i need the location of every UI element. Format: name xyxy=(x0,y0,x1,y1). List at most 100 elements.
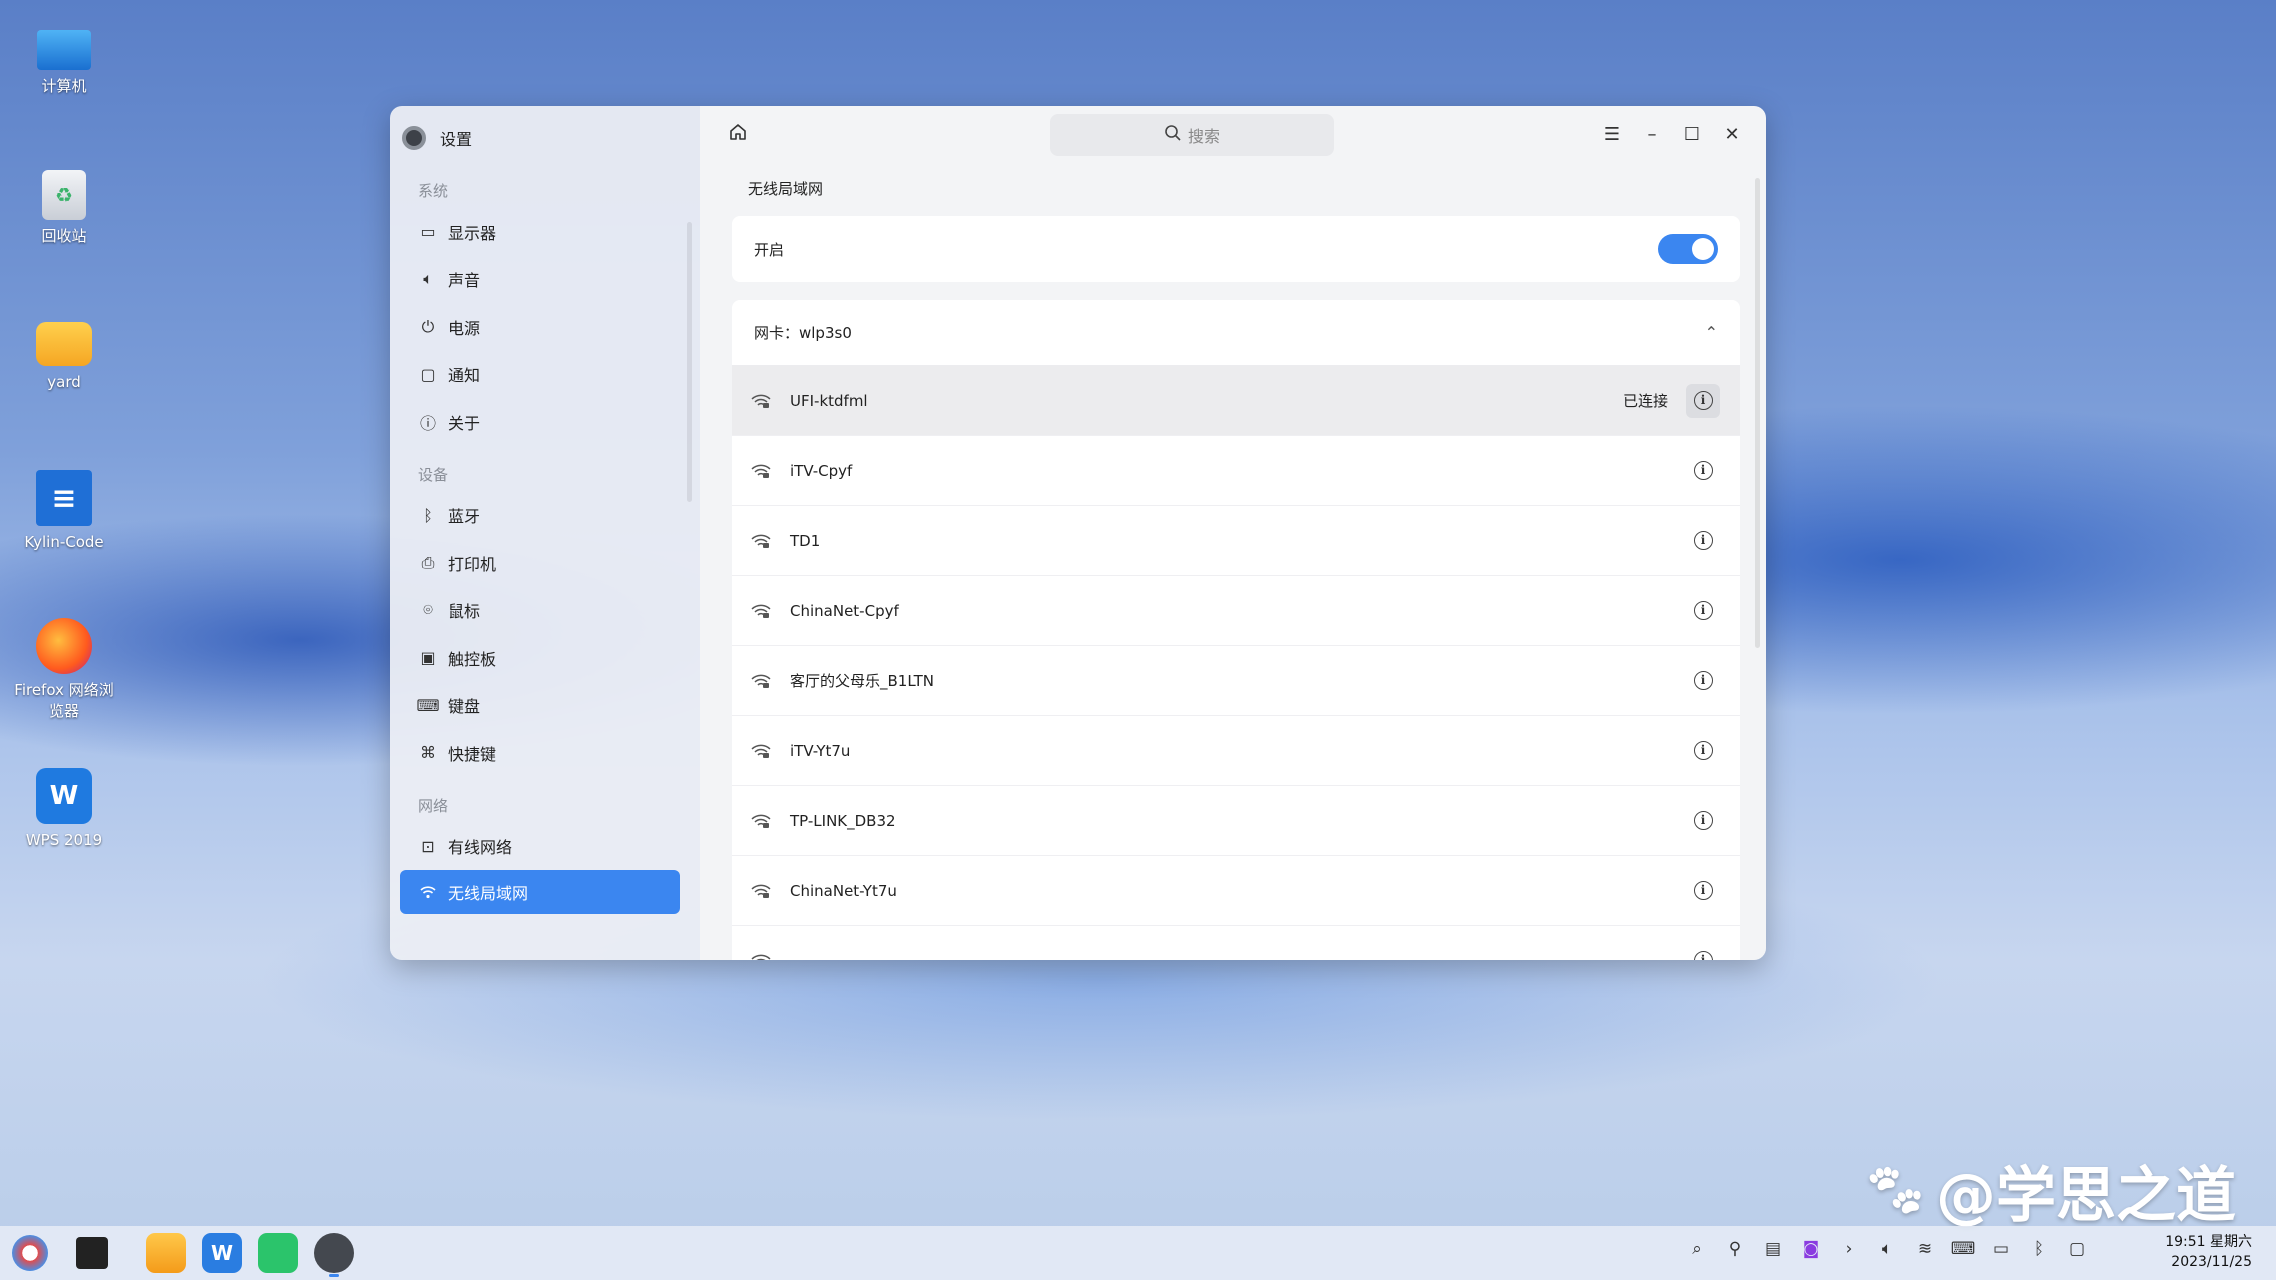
network-info-button[interactable]: i xyxy=(1686,874,1720,908)
network-row[interactable]: i xyxy=(732,926,1740,960)
sidebar-item-mouse[interactable]: ⌾ 鼠标 xyxy=(390,587,690,635)
network-info-button[interactable]: i xyxy=(1686,804,1720,838)
sidebar-item-printer[interactable]: ⎙ 打印机 xyxy=(390,539,690,587)
network-row[interactable]: 客厅的父母乐_B1LTN i xyxy=(732,646,1740,716)
group-label-system: 系统 xyxy=(418,182,449,200)
start-menu-button[interactable] xyxy=(12,1235,48,1271)
network-row[interactable]: iTV-Cpyf i xyxy=(732,436,1740,506)
sidebar-item-label: 蓝牙 xyxy=(448,507,481,527)
sidebar-item-label: 电源 xyxy=(448,318,481,338)
network-info-button[interactable]: i xyxy=(1686,594,1720,628)
screenshot-icon[interactable]: ◙ xyxy=(1792,1239,1830,1259)
active-indicator xyxy=(329,1274,339,1277)
network-row[interactable]: UFI-ktdfml 已连接 i xyxy=(732,366,1740,436)
wlan-toggle[interactable] xyxy=(1658,234,1718,264)
clock[interactable]: 19:51 星期六 2023/11/25 xyxy=(2165,1232,2252,1272)
input-method-icon[interactable]: ▤ xyxy=(1754,1239,1792,1259)
battery-icon[interactable]: ▭ xyxy=(1982,1239,2020,1259)
desktop-icon-folder[interactable]: yard xyxy=(14,322,114,393)
sidebar-item-bluetooth[interactable]: ᛒ 蓝牙 xyxy=(390,492,690,540)
notification-icon: ▢ xyxy=(420,364,436,384)
taskbar: W ⌕ ⚲ ▤ ◙ › 🔈︎ ≋ ⌨ ▭ ᛒ ▢ 19:51 星期六 2023/… xyxy=(0,1226,2276,1280)
wifi-locked-icon xyxy=(750,812,772,830)
network-row[interactable]: iTV-Yt7u i xyxy=(732,716,1740,786)
multitask-view-button[interactable] xyxy=(76,1237,108,1269)
sidebar-item-label: 触控板 xyxy=(448,649,497,669)
monitor-icon: ▭ xyxy=(420,222,436,242)
maximize-button[interactable]: ☐ xyxy=(1672,118,1712,150)
file-manager-button[interactable] xyxy=(146,1233,186,1273)
desktop-icon-kylin-code[interactable]: ≡ Kylin-Code xyxy=(14,470,114,553)
network-row[interactable]: ChinaNet-Cpyf i xyxy=(732,576,1740,646)
network-row[interactable]: TP-LINK_DB32 i xyxy=(732,786,1740,856)
desktop-icon-wps[interactable]: W WPS 2019 xyxy=(14,768,114,851)
settings-taskbar-button[interactable] xyxy=(314,1233,354,1277)
title-bar: 搜索 ☰ – ☐ ✕ xyxy=(700,108,1766,156)
sidebar-item-notification[interactable]: ▢ 通知 xyxy=(390,351,690,399)
main-scrollbar[interactable] xyxy=(1755,178,1760,648)
sidebar-item-label: 显示器 xyxy=(448,223,497,243)
desktop-icon-trash[interactable]: ♻ 回收站 xyxy=(14,170,114,247)
sidebar-item-power[interactable]: ⏻ 电源 xyxy=(390,303,690,351)
wifi-locked-icon xyxy=(750,672,772,690)
sidebar-item-label: 声音 xyxy=(448,271,481,291)
maximize-icon: ☐ xyxy=(1683,123,1701,145)
nic-header[interactable]: 网卡：wlp3s0 ⌃ xyxy=(732,300,1740,366)
close-button[interactable]: ✕ xyxy=(1712,118,1752,150)
group-label-devices: 设备 xyxy=(418,465,449,484)
wps-taskbar-button[interactable]: W xyxy=(202,1233,242,1273)
info-icon: i xyxy=(1693,741,1713,760)
settings-window: 设置 系统 ▭ 显示器 🔈︎ 声音 ⏻ 电源 ▢ 通知 ⓘ 关于 设备 ᛒ 蓝牙 ⎙ 打印机 … xyxy=(390,106,1766,960)
wifi-locked-icon xyxy=(750,602,772,620)
wifi-tray-icon[interactable]: ≋ xyxy=(1906,1239,1944,1259)
home-button[interactable] xyxy=(728,122,750,144)
network-info-button[interactable]: i xyxy=(1686,664,1720,698)
wifi-locked-icon xyxy=(750,532,772,550)
notification-tray-icon[interactable]: ▢ xyxy=(2058,1239,2096,1259)
menu-icon: ☰ xyxy=(1603,123,1621,145)
sidebar-item-label: 通知 xyxy=(448,366,481,386)
desktop-icon-computer[interactable]: 计算机 xyxy=(14,24,114,97)
network-row[interactable]: ChinaNet-Yt7u i xyxy=(732,856,1740,926)
search-input[interactable]: 搜索 xyxy=(1050,114,1334,156)
menu-button[interactable]: ☰ xyxy=(1592,118,1632,150)
touchpad-icon: ▣ xyxy=(420,648,436,668)
network-info-button[interactable]: i xyxy=(1686,734,1720,768)
sidebar-item-display[interactable]: ▭ 显示器 xyxy=(390,208,690,256)
keyboard-tray-icon[interactable]: ⌨ xyxy=(1944,1239,1982,1259)
sidebar-item-shortcut[interactable]: ⌘ 快捷键 xyxy=(390,729,690,777)
info-icon: i xyxy=(1693,811,1713,830)
clock-time: 19:51 星期六 xyxy=(2165,1234,2252,1250)
minimize-button[interactable]: – xyxy=(1632,118,1672,150)
volume-icon[interactable]: 🔈︎ xyxy=(1868,1239,1906,1259)
network-indicator-icon[interactable]: ⚲ xyxy=(1716,1239,1754,1259)
group-label-network: 网络 xyxy=(418,796,449,815)
info-icon: i xyxy=(1693,461,1713,480)
sidebar-scrollbar[interactable] xyxy=(687,222,692,502)
sidebar-item-touchpad[interactable]: ▣ 触控板 xyxy=(390,634,690,682)
app-store-button[interactable] xyxy=(258,1233,298,1273)
info-icon: i xyxy=(1693,951,1713,960)
search-icon[interactable]: ⌕ xyxy=(1678,1239,1716,1259)
info-icon: i xyxy=(1693,531,1713,550)
sidebar-item-about[interactable]: ⓘ 关于 xyxy=(390,398,690,446)
network-name: TD1 xyxy=(790,531,821,550)
network-info-button[interactable]: i xyxy=(1686,383,1720,418)
bluetooth-tray-icon[interactable]: ᛒ xyxy=(2020,1239,2058,1259)
sidebar-item-keyboard[interactable]: ⌨ 键盘 xyxy=(390,682,690,730)
chevron-up-icon[interactable]: ⌃ xyxy=(1705,323,1718,342)
sidebar-item-wired-network[interactable]: ⊡ 有线网络 xyxy=(390,823,690,871)
window-controls: ☰ – ☐ ✕ xyxy=(1592,118,1752,150)
chevron-right-icon[interactable]: › xyxy=(1830,1239,1868,1259)
desktop-icon-firefox[interactable]: Firefox 网络浏览器 xyxy=(14,618,114,722)
network-row[interactable]: TD1 i xyxy=(732,506,1740,576)
sidebar-item-wlan[interactable]: 无线局域网 xyxy=(400,870,680,914)
network-info-button[interactable]: i xyxy=(1686,454,1720,488)
trash-icon: ♻ xyxy=(42,170,86,220)
sidebar-item-sound[interactable]: 🔈︎ 声音 xyxy=(390,256,690,304)
network-info-button[interactable]: i xyxy=(1686,524,1720,558)
sidebar-item-label: 关于 xyxy=(448,413,481,433)
network-info-button[interactable]: i xyxy=(1686,944,1720,960)
wifi-locked-icon xyxy=(750,392,772,410)
desktop-icon-label: WPS 2019 xyxy=(25,831,103,849)
